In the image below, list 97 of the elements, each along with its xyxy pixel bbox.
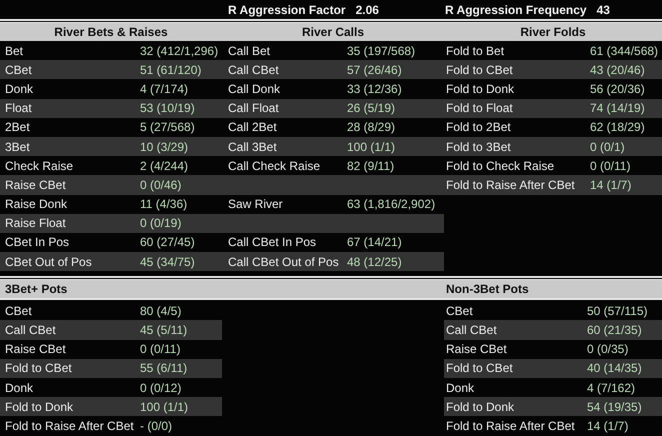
stat-value: 0 (0/19)	[140, 216, 182, 230]
stat-value: 5 (27/568)	[140, 120, 195, 134]
stat-label: Call Donk	[227, 82, 282, 96]
section-header: River Calls	[300, 25, 366, 39]
stat-label: Raise CBet	[4, 178, 67, 192]
section-header: River Folds	[519, 25, 587, 39]
stat-value: 4 (7/174)	[140, 82, 188, 96]
stat-label: 2Bet	[4, 120, 31, 134]
section-header: 3Bet+ Pots	[5, 282, 68, 296]
stat-value: 60 (21/35)	[587, 323, 642, 338]
stat-label: Fold to Donk	[4, 400, 74, 414]
stat-value: 26 (5/19)	[347, 101, 396, 116]
stat-label: Bet	[4, 44, 24, 58]
stat-label: Fold to Raise After CBet	[4, 418, 135, 433]
stat-label: Fold to Raise After CBet	[445, 178, 576, 192]
stat-label: Call 3Bet	[227, 140, 278, 154]
stat-value: 67 (14/21)	[347, 235, 402, 250]
stat-value: 80 (4/5)	[140, 304, 182, 318]
stat-value: 0 (0/12)	[140, 380, 182, 395]
stat-label: Float	[4, 101, 33, 116]
stat-label: Saw River	[227, 197, 284, 212]
stat-label: Donk	[4, 380, 34, 395]
stat-value: 100 (1/1)	[347, 140, 396, 154]
stat-value: 11 (4/36)	[140, 197, 188, 212]
stat-value: 74 (14/19)	[590, 101, 645, 116]
stat-label: Call CBet In Pos	[227, 235, 318, 250]
stat-value: 10 (3/29)	[140, 140, 188, 154]
stat-label: Call CBet	[227, 62, 280, 77]
stat-label: CBet	[4, 304, 33, 318]
stat-label: Call Float	[227, 101, 280, 116]
stat-value: 53 (10/19)	[140, 101, 195, 116]
summary-label: R Aggression Frequency	[445, 2, 587, 16]
stat-label: Call Check Raise	[227, 158, 322, 173]
summary-value: 2.06	[356, 2, 379, 16]
stat-value: 14 (1/7)	[587, 418, 628, 433]
stat-label: Call CBet Out of Pos	[227, 254, 340, 269]
stat-label: Call Bet	[227, 44, 272, 58]
stat-value: 0 (0/11)	[590, 158, 630, 173]
stat-value: 82 (9/11)	[347, 158, 394, 173]
stat-label: Donk	[445, 380, 476, 395]
stat-value: 57 (26/46)	[347, 62, 402, 77]
stat-value: 48 (12/25)	[347, 254, 402, 269]
stat-label: Raise Donk	[4, 197, 68, 212]
stat-value: 51 (61/120)	[140, 62, 202, 77]
section-header: River Bets & Raises	[53, 25, 169, 39]
stat-value: 32 (412/1,296)	[140, 44, 218, 58]
stat-label: 3Bet	[4, 140, 31, 154]
stat-value: 50 (57/115)	[587, 304, 648, 318]
stat-value: 35 (197/568)	[347, 44, 416, 58]
stat-label: Call 2Bet	[227, 120, 278, 134]
stat-value: 45 (34/75)	[140, 254, 195, 269]
stat-value: 62 (18/29)	[590, 120, 645, 134]
stat-label: Fold to 3Bet	[445, 140, 512, 154]
stat-label: Fold to Float	[445, 101, 514, 116]
summary-label: R Aggression Factor	[228, 2, 346, 16]
stat-label: CBet Out of Pos	[4, 254, 93, 269]
stat-label: CBet	[445, 304, 474, 318]
stat-value: 60 (27/45)	[140, 235, 195, 250]
stat-label: Raise CBet	[445, 342, 508, 356]
stat-label: Fold to Raise After CBet	[445, 418, 576, 433]
stat-label: Fold to Donk	[445, 400, 516, 414]
stat-value: 61 (344/568)	[590, 44, 658, 58]
stat-label: Fold to CBet	[4, 361, 73, 376]
stat-label: CBet	[4, 62, 33, 77]
stat-label: Fold to Donk	[445, 82, 516, 96]
stat-label: Fold to CBet	[445, 62, 514, 77]
stat-value: 0 (0/11)	[140, 342, 180, 356]
stat-label: Fold to Bet	[445, 44, 506, 58]
stat-value: 100 (1/1)	[140, 400, 188, 414]
summary-value: 43	[596, 2, 610, 16]
stat-label: Fold to 2Bet	[445, 120, 512, 134]
stat-value: 63 (1,816/2,902)	[347, 197, 436, 212]
stat-label: Call CBet	[4, 323, 57, 338]
stat-value: 0 (0/35)	[587, 342, 628, 356]
stat-value: 33 (12/36)	[347, 82, 402, 96]
stat-label: Donk	[4, 82, 34, 96]
stat-label: CBet In Pos	[4, 235, 70, 250]
stat-value: 45 (5/11)	[140, 323, 188, 338]
stat-label: Fold to Check Raise	[445, 158, 556, 173]
stat-value: - (0/0)	[140, 418, 172, 433]
stat-value: 55 (6/11)	[140, 361, 188, 376]
stat-label: Fold to CBet	[445, 361, 514, 376]
stat-label: Raise CBet	[4, 342, 67, 356]
stat-value: 56 (20/36)	[590, 82, 645, 96]
stat-value: 14 (1/7)	[590, 178, 632, 192]
stat-value: 54 (19/35)	[587, 400, 642, 414]
stat-value: 40 (14/35)	[587, 361, 642, 376]
stat-value: 0 (0/1)	[590, 140, 625, 154]
stat-value: 0 (0/46)	[140, 178, 182, 192]
stat-label: Raise Float	[4, 216, 67, 230]
stat-value: 2 (4/244)	[140, 158, 188, 173]
stat-value: 28 (8/29)	[347, 120, 396, 134]
stat-value: 43 (20/46)	[590, 62, 645, 77]
stat-label: Call CBet	[445, 323, 498, 338]
stat-label: Check Raise	[4, 158, 74, 173]
stat-value: 4 (7/162)	[587, 380, 636, 395]
section-header: Non-3Bet Pots	[446, 282, 529, 296]
